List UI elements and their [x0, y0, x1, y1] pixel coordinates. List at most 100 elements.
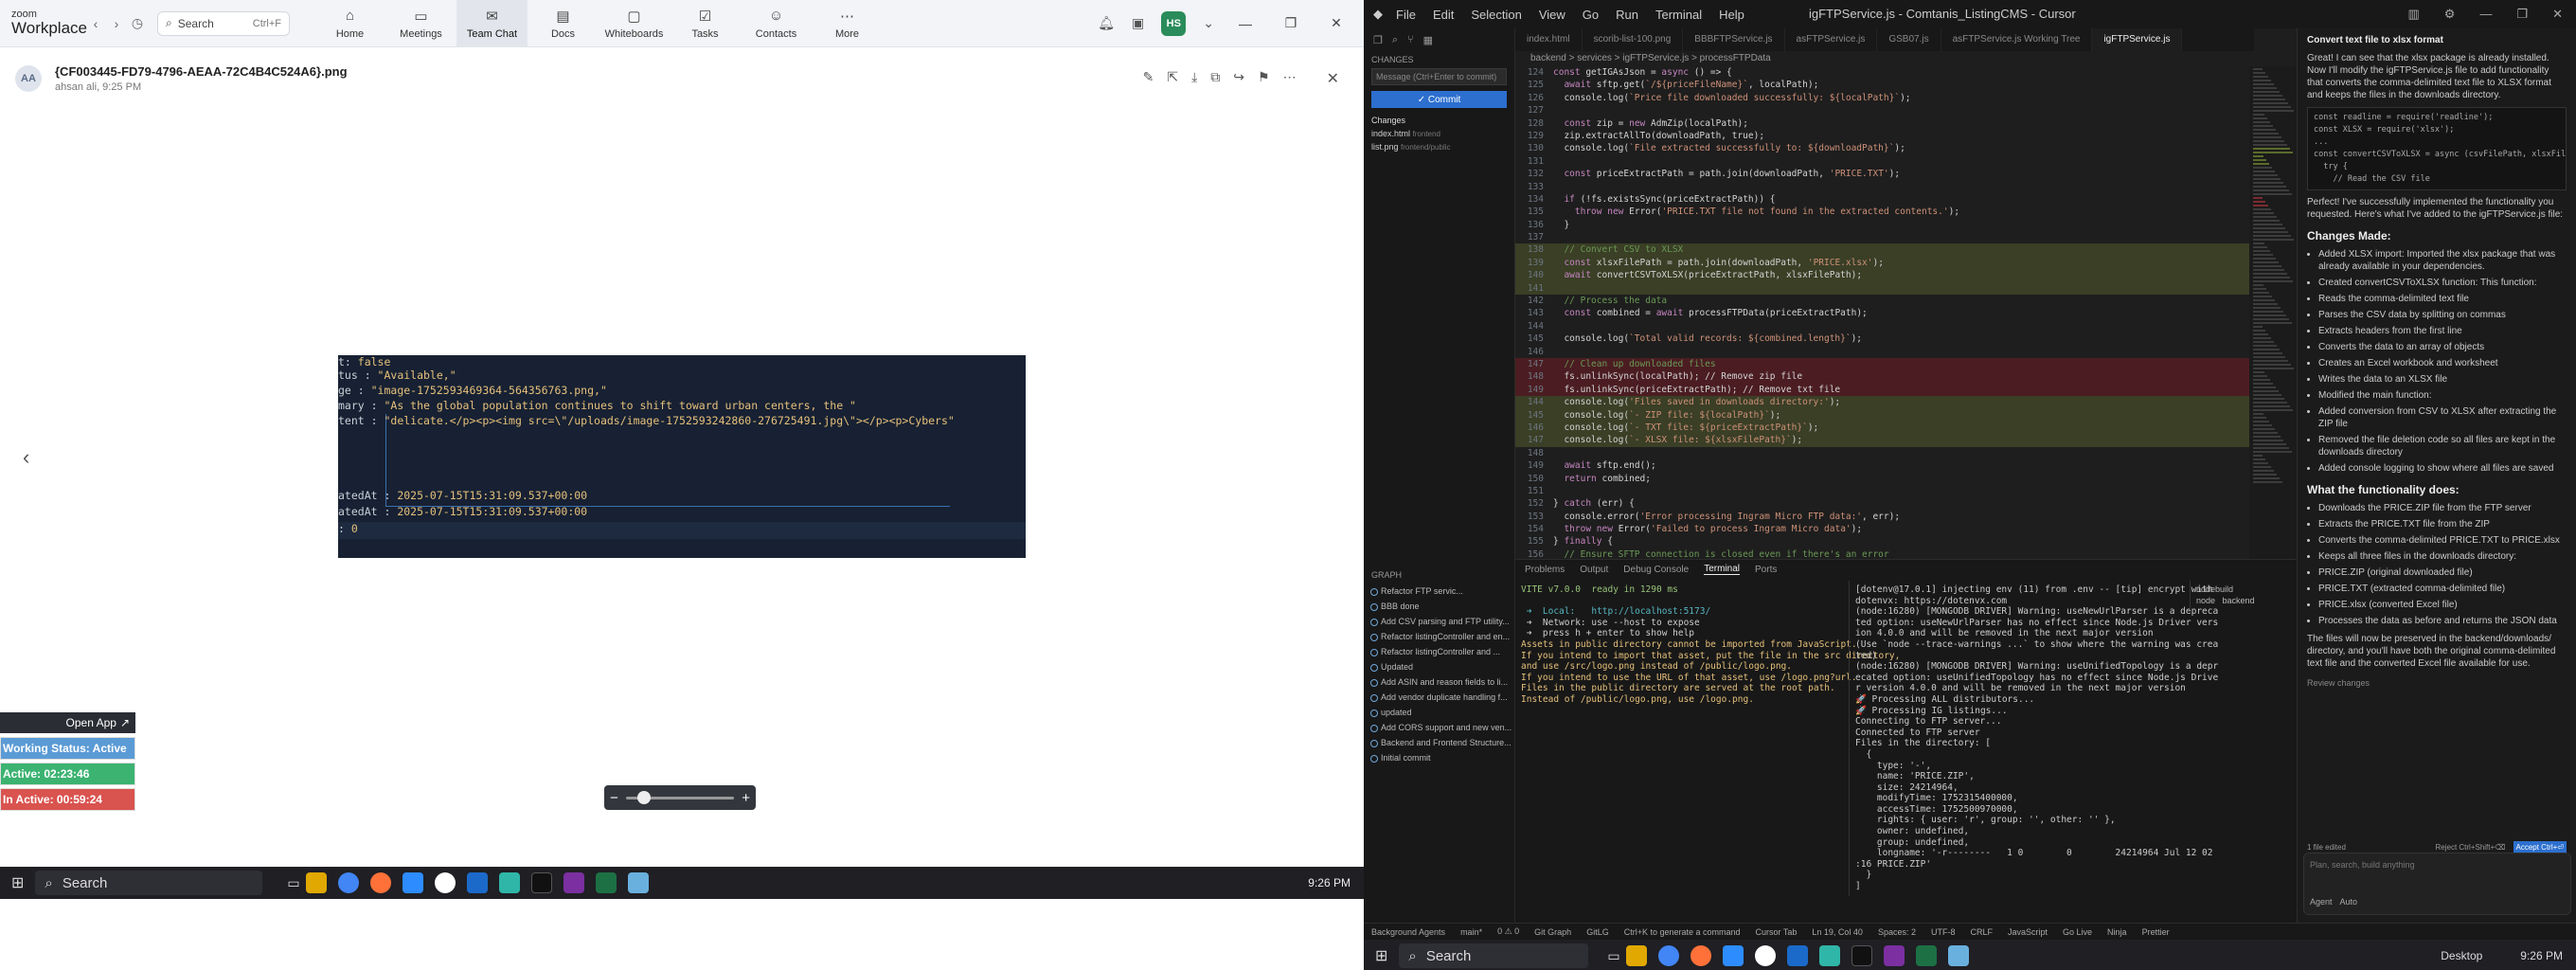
cursor-app-icon[interactable]: [1851, 945, 1872, 966]
menu-file[interactable]: File: [1396, 8, 1416, 22]
panel-tab-debug-console[interactable]: Debug Console: [1623, 565, 1689, 575]
avatar[interactable]: HS: [1161, 10, 1187, 36]
changes-label[interactable]: Changes: [1364, 114, 1514, 127]
commit-item[interactable]: Add CORS support and new ven...: [1364, 720, 1515, 735]
status-item[interactable]: JavaScript: [2008, 927, 2048, 937]
tab-tasks[interactable]: ☑ Tasks: [670, 0, 741, 47]
bell-icon[interactable]: 🔔︎: [1098, 15, 1115, 31]
onenote-icon[interactable]: [563, 872, 584, 893]
firefox-icon[interactable]: [369, 872, 391, 893]
source-control-icon[interactable]: ⑂: [1407, 34, 1414, 45]
commit-item[interactable]: Refactor FTP servic...: [1364, 584, 1515, 599]
more-icon[interactable]: ⋯: [1283, 69, 1297, 88]
commit-item[interactable]: Updated: [1364, 659, 1515, 674]
code-editor[interactable]: 124 const getIGAsJson = async () => {125 …: [1515, 66, 2254, 560]
chevron-down-icon[interactable]: ⌄: [1203, 15, 1214, 31]
status-item[interactable]: Background Agents: [1371, 927, 1445, 937]
forward-arrow-icon[interactable]: ›: [106, 16, 127, 31]
settings-icon[interactable]: ⚙: [2444, 7, 2456, 22]
bookmark-icon[interactable]: ⚑: [1258, 69, 1270, 88]
open-app-button[interactable]: Open App ↗: [0, 712, 135, 733]
panel-tab-problems[interactable]: Problems: [1525, 565, 1565, 575]
tab-more[interactable]: ⋯ More: [812, 0, 883, 47]
review-changes-link[interactable]: Review changes: [2307, 677, 2567, 690]
commit-message-input[interactable]: Message (Ctrl+Enter to commit): [1371, 68, 1507, 85]
menu-run[interactable]: Run: [1616, 8, 1638, 22]
status-item[interactable]: 0 ⚠ 0: [1497, 926, 1519, 937]
status-item[interactable]: Cursor Tab: [1756, 927, 1798, 937]
commit-item[interactable]: updated: [1364, 705, 1515, 720]
taskbar-search[interactable]: ⌕ Search: [35, 871, 263, 895]
agent-mode-button[interactable]: Agent: [2310, 896, 2333, 908]
panel-tab-output[interactable]: Output: [1580, 565, 1608, 575]
zoom-out-icon[interactable]: −: [610, 790, 618, 806]
app-icon[interactable]: [434, 872, 456, 893]
share-icon[interactable]: ⇱: [1167, 69, 1178, 88]
commit-item[interactable]: Refactor listingController and en...: [1364, 629, 1515, 644]
status-item[interactable]: Ctrl+K to generate a command: [1624, 927, 1741, 937]
app2-icon[interactable]: [498, 872, 520, 893]
status-item[interactable]: Prettier: [2142, 927, 2170, 937]
maximize-icon[interactable]: ❐: [1277, 15, 1305, 31]
notepad-icon[interactable]: [1947, 945, 1969, 966]
zoom-control[interactable]: − +: [604, 785, 756, 810]
status-item[interactable]: Git Graph: [1534, 927, 1571, 937]
status-item[interactable]: Go Live: [2063, 927, 2092, 937]
app-icon[interactable]: [1754, 945, 1776, 966]
tab-contacts[interactable]: ☺ Contacts: [741, 0, 812, 47]
editor-tab[interactable]: index.html: [1515, 28, 1583, 51]
previous-image-icon[interactable]: ‹: [23, 445, 29, 470]
close-icon[interactable]: ✕: [2552, 7, 2563, 22]
menu-edit[interactable]: Edit: [1433, 8, 1454, 22]
vscode-icon[interactable]: [1786, 945, 1808, 966]
panel-tab-ports[interactable]: Ports: [1755, 565, 1777, 575]
menu-help[interactable]: Help: [1719, 8, 1744, 22]
history-icon[interactable]: ◷: [127, 15, 148, 31]
edit-icon[interactable]: ✎: [1143, 69, 1154, 88]
terminal-instance[interactable]: nodebuild: [2196, 584, 2291, 596]
notepad-icon[interactable]: [627, 872, 649, 893]
excel-icon[interactable]: [595, 872, 617, 893]
minimap[interactable]: [2249, 66, 2297, 559]
zoom-app-icon[interactable]: [402, 872, 423, 893]
zoom-app-icon[interactable]: [1722, 945, 1744, 966]
tab-team-chat[interactable]: ✉ Team Chat: [456, 0, 528, 47]
search-input[interactable]: ⌕ Search Ctrl+F: [157, 10, 290, 36]
terminal-instance[interactable]: node backend: [2196, 596, 2291, 607]
commit-button[interactable]: ✓ Commit: [1371, 91, 1507, 108]
commit-item[interactable]: Backend and Frontend Structure...: [1364, 735, 1515, 750]
commit-item[interactable]: Add vendor duplicate handling f...: [1364, 690, 1515, 705]
editor-tab[interactable]: BBBFTPService.js: [1683, 28, 1785, 51]
editor-tab[interactable]: asFTPService.js: [1785, 28, 1878, 51]
forward-icon[interactable]: ↪: [1233, 69, 1244, 88]
app2-icon[interactable]: [1818, 945, 1840, 966]
changed-file-item[interactable]: list.png frontend/public: [1364, 140, 1514, 153]
file-explorer-icon[interactable]: [1625, 945, 1647, 966]
terminal-backend[interactable]: [dotenv@17.0.1] injecting env (11) from …: [1849, 581, 2218, 896]
commit-item[interactable]: Add ASIN and reason fields to li...: [1364, 674, 1515, 690]
editor-tab[interactable]: asFTPService.js Working Tree: [1941, 28, 2093, 51]
terminal-frontend[interactable]: VITE v7.0.0 ready in 1290 ms ➜ Local: ht…: [1515, 581, 1900, 710]
copy-icon[interactable]: ⧉: [1210, 69, 1220, 88]
panel-tab-terminal[interactable]: Terminal: [1704, 564, 1741, 575]
minimize-icon[interactable]: —: [1231, 16, 1260, 31]
chat-input[interactable]: Plan, search, build anything Agent Auto: [2303, 853, 2571, 915]
status-item[interactable]: main*: [1460, 927, 1482, 937]
windows-start-icon[interactable]: ⊞: [1375, 946, 1387, 965]
commit-item[interactable]: Add CSV parsing and FTP utility...: [1364, 614, 1515, 629]
commit-item[interactable]: Refactor listingController and ...: [1364, 644, 1515, 659]
layout-icon[interactable]: ▥: [2407, 7, 2419, 22]
menu-view[interactable]: View: [1539, 8, 1565, 22]
extensions-icon[interactable]: ▦: [1423, 34, 1433, 46]
tab-docs[interactable]: ▤ Docs: [528, 0, 599, 47]
menu-terminal[interactable]: Terminal: [1655, 8, 1702, 22]
onenote-icon[interactable]: [1883, 945, 1905, 966]
close-viewer-icon[interactable]: ✕: [1327, 69, 1339, 88]
taskbar-search[interactable]: ⌕ Search: [1399, 943, 1589, 968]
vscode-icon[interactable]: [466, 872, 488, 893]
editor-tab[interactable]: igFTPService.js: [2092, 28, 2183, 51]
desktop-label[interactable]: Desktop: [2441, 949, 2482, 962]
windows-start-icon[interactable]: ⊞: [11, 873, 24, 892]
zoom-slider-handle[interactable]: [636, 790, 651, 804]
auto-mode-button[interactable]: Auto: [2340, 896, 2358, 908]
